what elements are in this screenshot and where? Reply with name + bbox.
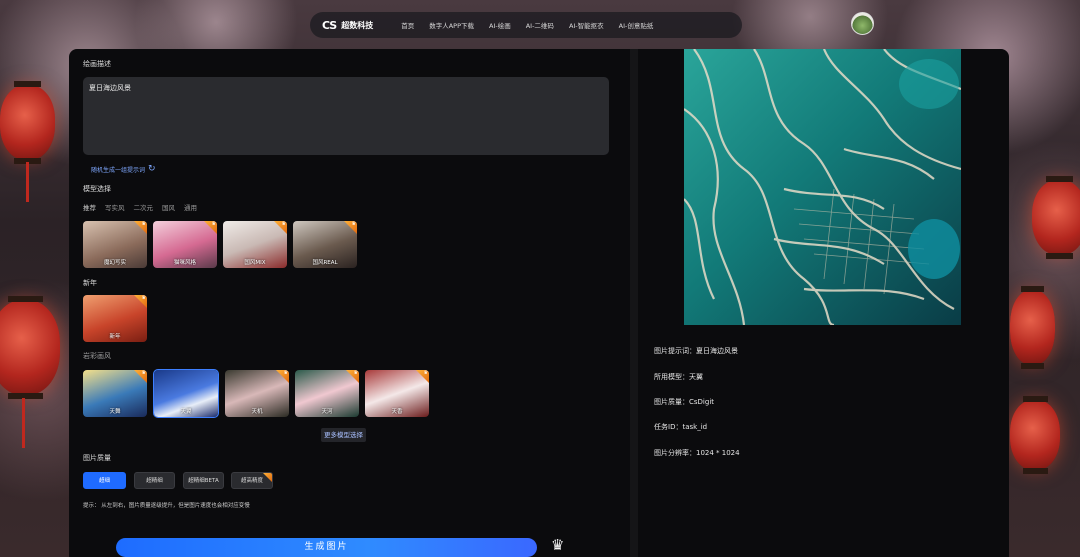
model-tabs: 推荐 写实风 二次元 国风 通用 [83, 202, 197, 212]
model-card[interactable]: ♛ 天机 [225, 370, 289, 417]
quality-label: 图片质量 [83, 454, 111, 462]
vip-badge [263, 473, 272, 482]
nav-item-ai-cutout[interactable]: AI-智能抠衣 [569, 20, 604, 30]
model-label: 模型选择 [83, 185, 111, 193]
quality-option-label: 超细 [98, 478, 110, 484]
vip-crown-icon: ♛ [211, 221, 216, 227]
newyear-label: 新年 [83, 279, 97, 287]
vip-crown-icon: ♛ [283, 370, 288, 376]
info-task-id: 任务ID：task_id [654, 423, 708, 431]
model-card[interactable]: ♛ 新年 [83, 295, 147, 342]
vip-crown-icon: ♛ [141, 295, 146, 301]
brand[interactable]: CS 超数科技 [322, 19, 373, 32]
vip-crown-icon: ♛ [281, 221, 286, 227]
model-card[interactable]: ♛ 猫咪风格 [153, 221, 217, 268]
nav-item-ai-qrcode[interactable]: AI-二维码 [526, 20, 554, 30]
quality-option-label: 超精细 [146, 478, 163, 484]
tab-realistic[interactable]: 写实风 [105, 202, 125, 212]
lantern-tassel [26, 162, 29, 202]
model-name: 天舞 [109, 409, 121, 415]
model-name: 新年 [109, 334, 121, 340]
model-name: 天河 [321, 409, 333, 415]
model-name: 猫咪风格 [173, 260, 196, 266]
model-name: 国风MIX [244, 260, 266, 266]
lantern-decoration [1010, 286, 1055, 369]
model-card-selected[interactable]: 天翼 [153, 369, 219, 418]
quality-option-fine[interactable]: 超细 [83, 472, 126, 489]
panel-divider [630, 49, 638, 557]
model-card[interactable]: ♛ 天香 [365, 370, 429, 417]
vip-crown-icon: ♛ [141, 370, 146, 376]
model-card[interactable]: ♛ 魔幻写实 [83, 221, 147, 268]
model-name: 天香 [391, 409, 403, 415]
refresh-icon: ↻ [148, 164, 156, 174]
tab-anime[interactable]: 二次元 [134, 202, 154, 212]
model-name: 天翼 [180, 409, 192, 415]
tab-recommended[interactable]: 推荐 [83, 202, 96, 212]
lantern-tassel [22, 398, 25, 448]
quality-option-super-fine-beta[interactable]: 超精细BETA [183, 472, 224, 489]
lantern-decoration [1010, 396, 1060, 474]
info-resolution: 图片分辨率：1024 * 1024 [654, 449, 740, 457]
info-prompt: 图片提示词：夏日海边风景 [654, 347, 738, 355]
quality-hint: 提示： 从左到右，图片质量逐级提升，但是图片速度也会相对应变慢 [83, 503, 250, 509]
info-model: 所用模型：天翼 [654, 373, 703, 381]
user-avatar[interactable] [851, 12, 874, 35]
quality-option-label: 超精细BETA [188, 478, 219, 484]
tab-general[interactable]: 通用 [184, 202, 197, 212]
lantern-decoration [0, 81, 55, 164]
vip-crown-icon: ♛ [351, 221, 356, 227]
random-prompt-link[interactable]: 随机生成一组提示词 ↻ [91, 164, 156, 174]
prompt-input[interactable]: 夏日海边风景 [83, 77, 609, 155]
quality-option-ultra[interactable]: 超高精度 [231, 472, 273, 489]
model-name: 国风REAL [312, 260, 338, 266]
model-card[interactable]: ♛ 国风MIX [223, 221, 287, 268]
info-quality: 图片质量：CsDigit [654, 398, 715, 406]
result-panel: 图片提示词：夏日海边风景 所用模型：天翼 图片质量：CsDigit 任务ID：t… [638, 49, 1009, 557]
nav-item-app-download[interactable]: 数字人APP下载 [429, 20, 474, 30]
model-name: 魔幻写实 [103, 260, 126, 266]
lantern-decoration [1032, 176, 1080, 259]
more-models-button[interactable]: 更多模型选择 [321, 428, 366, 442]
vip-crown-icon: ♛ [141, 221, 146, 227]
vip-crown-icon: ♛ [353, 370, 358, 376]
generated-image[interactable] [684, 49, 961, 325]
model-card[interactable]: ♛ 天河 [295, 370, 359, 417]
settings-panel: 绘画描述 夏日海边风景 随机生成一组提示词 ↻ 模型选择 推荐 写实风 二次元 … [69, 49, 630, 557]
nav-item-home[interactable]: 首页 [401, 20, 414, 30]
prompt-label: 绘画描述 [83, 60, 111, 68]
nav-item-ai-sticker[interactable]: AI-创意贴纸 [619, 20, 654, 30]
model-name: 天机 [251, 409, 263, 415]
quality-option-label: 超高精度 [240, 478, 263, 484]
generate-button[interactable]: 生成图片 [116, 538, 537, 557]
quality-option-super-fine[interactable]: 超精细 [134, 472, 175, 489]
brand-name: 超数科技 [341, 20, 374, 30]
tab-chinese-style[interactable]: 国风 [162, 202, 175, 212]
color-style-label: 岩彩画风 [83, 352, 111, 360]
model-card[interactable]: ♛ 国风REAL [293, 221, 357, 268]
brand-logo: CS [322, 18, 337, 32]
top-navbar: CS 超数科技 首页 数字人APP下载 AI-绘画 AI-二维码 AI-智能抠衣… [310, 12, 742, 38]
nav-item-ai-painting[interactable]: AI-绘画 [489, 20, 511, 30]
random-prompt-label: 随机生成一组提示词 [91, 166, 146, 174]
lantern-decoration [0, 296, 60, 399]
model-card[interactable]: ♛ 天舞 [83, 370, 147, 417]
crown-icon[interactable]: ♛ [551, 536, 564, 554]
vip-crown-icon: ♛ [423, 370, 428, 376]
